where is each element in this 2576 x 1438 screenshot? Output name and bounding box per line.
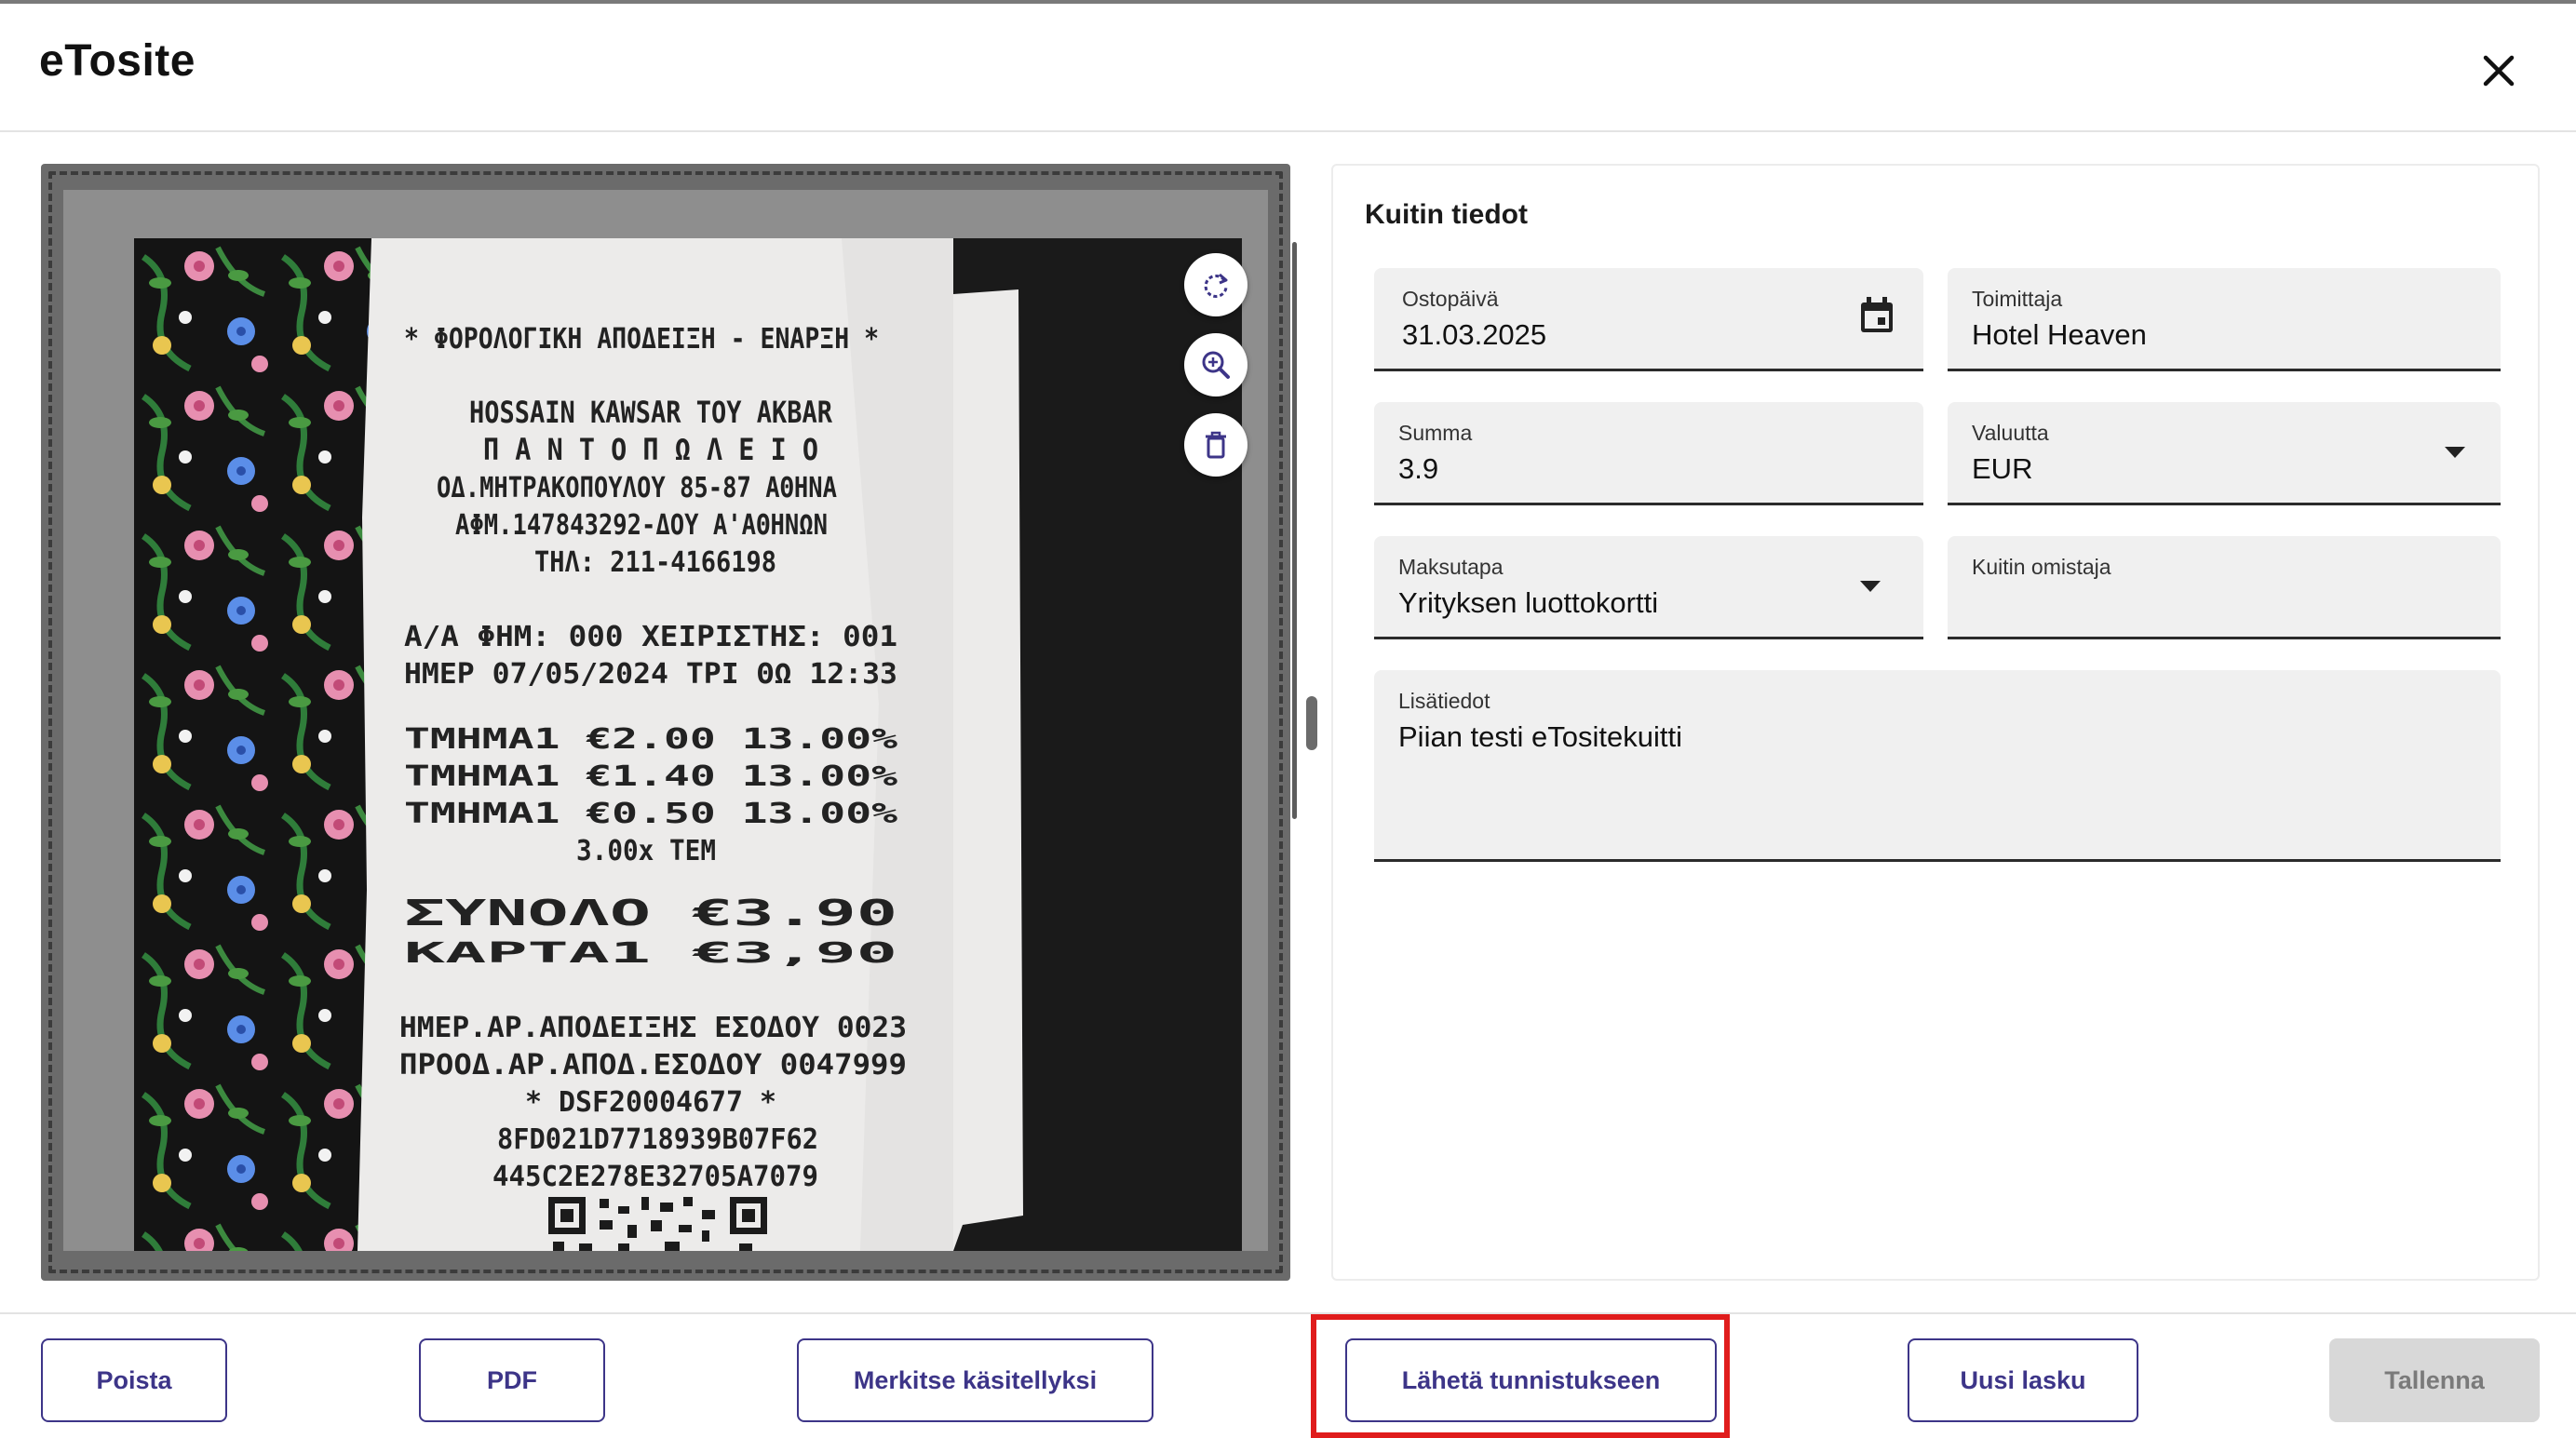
- svg-text:ΤΜΗΜΑ1 €0.50 13.0: ΤΜΗΜΑ1 €0.50 13.00%: [404, 798, 897, 830]
- svg-text:445C2E278E32705A7079: 445C2E278E32705A7079: [492, 1161, 818, 1193]
- zoom-in-icon: [1202, 351, 1230, 379]
- additional-info-label: Lisätiedot: [1398, 689, 1490, 713]
- mark-processed-button[interactable]: Merkitse käsitellyksi: [797, 1338, 1153, 1422]
- rotate-button[interactable]: [1184, 253, 1248, 316]
- svg-text:HOSSAIN KAWSAR TOY AKBAR: HOSSAIN KAWSAR TOY AKBAR: [469, 395, 833, 430]
- supplier-value: Hotel Heaven: [1972, 318, 2147, 351]
- rotate-icon: [1204, 273, 1228, 298]
- receipt-details-panel: Kuitin tiedot Ostopäivä 31.03.2025 Toimi…: [1331, 164, 2540, 1281]
- app-title: eTosite: [39, 36, 196, 86]
- svg-text:3.00x ΤΕΜ: 3.00x ΤΕΜ: [576, 835, 716, 867]
- delete-button[interactable]: Poista: [41, 1338, 227, 1422]
- currency-select[interactable]: Valuutta EUR: [1948, 402, 2501, 505]
- svg-text:ΤΜΗΜΑ1 €1.40 13.0: ΤΜΗΜΑ1 €1.40 13.00%: [404, 760, 897, 793]
- svg-text:* DSF20004677 *: * DSF20004677 *: [525, 1086, 776, 1119]
- new-invoice-button[interactable]: Uusi lasku: [1908, 1338, 2138, 1422]
- receipt-image: * ΦΟΡΟΛΟΓΙΚΗ ΑΠΟΔΕΙΞΗ - ΕΝΑΡΞΗ * HOSSAIN…: [134, 238, 1242, 1251]
- dialog-header: eTosite: [0, 4, 2576, 132]
- svg-text:ΤΗΛ: 211-4166198: ΤΗΛ: 211-4166198: [534, 546, 776, 579]
- svg-text:Π Α Ν Τ Ο Π Ω Λ Ε Ι Ο: Π Α Ν Τ Ο Π Ω Λ Ε Ι Ο: [483, 432, 818, 467]
- svg-text:ΗΜΕΡ 07/05/2024 ΤΡΙ ΘΩ 12:: ΗΜΕΡ 07/05/2024 ΤΡΙ ΘΩ 12:33: [404, 658, 897, 691]
- zoom-in-button[interactable]: [1184, 333, 1248, 396]
- panel-title: Kuitin tiedot: [1365, 199, 1528, 230]
- receipt-preview-dropzone[interactable]: * ΦΟΡΟΛΟΓΙΚΗ ΑΠΟΔΕΙΞΗ - ΕΝΑΡΞΗ * HOSSAIN…: [41, 164, 1297, 1281]
- svg-text:ΟΔ.ΜΗΤΡΑΚΟΠΟΥΛΟΥ 85-87 ΑΘΗΝΑ: ΟΔ.ΜΗΤΡΑΚΟΠΟΥΛΟΥ 85-87 ΑΘΗΝΑ: [437, 472, 837, 504]
- payment-method-value: Yrityksen luottokortti: [1398, 586, 1659, 619]
- close-icon: [2483, 55, 2515, 87]
- preview-scrollbar[interactable]: [1292, 242, 1297, 819]
- payment-method-label: Maksutapa: [1398, 555, 1504, 579]
- delete-image-button[interactable]: [1184, 413, 1248, 477]
- calendar-icon[interactable]: [1858, 296, 1895, 335]
- svg-text:ΑΦΜ.147843292-ΔΟΥ Α'ΑΘΗΝΩΝ: ΑΦΜ.147843292-ΔΟΥ Α'ΑΘΗΝΩΝ: [455, 509, 828, 542]
- dropdown-arrow-icon: [2445, 447, 2465, 458]
- svg-text:ΠΡΟΟΔ.ΑΡ.ΑΠΟΔ.ΕΣΟΔΟΥ 00479: ΠΡΟΟΔ.ΑΡ.ΑΠΟΔ.ΕΣΟΔΟΥ 0047999: [399, 1049, 907, 1082]
- receipt-owner-label: Kuitin omistaja: [1972, 555, 2111, 579]
- payment-method-select[interactable]: Maksutapa Yrityksen luottokortti: [1374, 536, 1923, 639]
- svg-text:ΤΜΗΜΑ1 €2.00 13.0: ΤΜΗΜΑ1 €2.00 13.00%: [404, 723, 897, 756]
- additional-info-value: Piian testi eTositekuitti: [1398, 720, 1682, 753]
- panel-resize-handle[interactable]: [1306, 696, 1317, 750]
- svg-text:ΚΑΡΤΑ1 €3,90: ΚΑΡΤΑ1 €3,90: [404, 937, 897, 970]
- footer-action-bar: Poista PDF Merkitse käsitellyksi Lähetä …: [0, 1312, 2576, 1438]
- purchase-date-field[interactable]: Ostopäivä 31.03.2025: [1374, 268, 1923, 371]
- receipt-preview-area: * ΦΟΡΟΛΟΓΙΚΗ ΑΠΟΔΕΙΞΗ - ΕΝΑΡΞΗ * HOSSAIN…: [63, 190, 1297, 1251]
- amount-label: Summa: [1398, 421, 1473, 445]
- currency-label: Valuutta: [1972, 421, 2049, 445]
- svg-text:ΣΥΝΟΛΟ €3.90: ΣΥΝΟΛΟ €3.90: [404, 893, 897, 934]
- amount-field[interactable]: Summa 3.9: [1374, 402, 1923, 505]
- additional-info-textarea[interactable]: Lisätiedot Piian testi eTositekuitti: [1374, 670, 2501, 862]
- supplier-field[interactable]: Toimittaja Hotel Heaven: [1948, 268, 2501, 371]
- svg-text:Α/Α ΦΗΜ: 000 ΧΕΙΡΙΣΤΗΣ: 0: Α/Α ΦΗΜ: 000 ΧΕΙΡΙΣΤΗΣ: 001: [404, 621, 897, 653]
- svg-text:8FD021D7718939B07F62: 8FD021D7718939B07F62: [497, 1123, 818, 1156]
- svg-text:* ΦΟΡΟΛΟΓΙΚΗ ΑΠΟΔΕΙΞΗ - ΕΝΑΡΞΗ: * ΦΟΡΟΛΟΓΙΚΗ ΑΠΟΔΕΙΞΗ - ΕΝΑΡΞΗ *: [404, 323, 879, 356]
- svg-text:ΗΜΕΡ.ΑΡ.ΑΠΟΔΕΙΞΗΣ ΕΣΟΔΟΥ 00: ΗΜΕΡ.ΑΡ.ΑΠΟΔΕΙΞΗΣ ΕΣΟΔΟΥ 0023: [399, 1012, 907, 1044]
- pdf-button[interactable]: PDF: [419, 1338, 605, 1422]
- amount-value: 3.9: [1398, 452, 1439, 485]
- dropdown-arrow-icon: [1860, 581, 1881, 592]
- receipt-owner-field[interactable]: Kuitin omistaja: [1948, 536, 2501, 639]
- save-button[interactable]: Tallenna: [2329, 1338, 2540, 1422]
- purchase-date-value: 31.03.2025: [1402, 318, 1547, 351]
- currency-value: EUR: [1972, 452, 2033, 485]
- send-recognition-button[interactable]: Lähetä tunnistukseen: [1345, 1338, 1717, 1422]
- purchase-date-label: Ostopäivä: [1402, 287, 1499, 311]
- close-button[interactable]: [2469, 41, 2529, 101]
- supplier-label: Toimittaja: [1972, 287, 2063, 311]
- delete-icon: [1206, 431, 1226, 459]
